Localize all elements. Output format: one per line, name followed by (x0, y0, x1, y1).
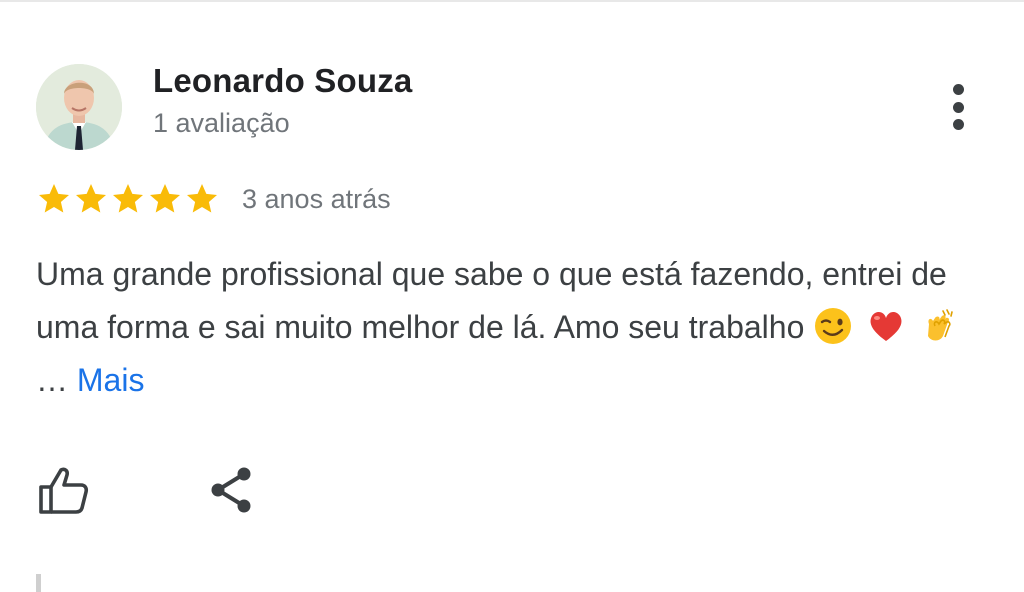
thumbs-up-icon[interactable] (36, 462, 92, 518)
star-icon (150, 184, 180, 213)
more-vertical-icon[interactable] (938, 80, 978, 134)
red-heart-icon (870, 312, 902, 341)
menu-dot (952, 84, 964, 95)
author-name[interactable]: Leonardo Souza (153, 62, 413, 100)
menu-dot (952, 101, 964, 113)
share-icon[interactable] (206, 464, 258, 516)
avatar[interactable] (36, 64, 122, 150)
review-count: 1 avaliação (153, 108, 290, 138)
thumbs-up-glyph (39, 467, 89, 514)
review-body: Uma grande profissional que sabe o que e… (36, 256, 947, 345)
review-date: 3 anos atrás (242, 183, 391, 214)
ellipsis: … (36, 362, 68, 398)
review-text: Uma grande profissional que sabe o que e… (36, 248, 976, 407)
star-icon (76, 184, 106, 213)
star-icon (39, 184, 69, 213)
star-icon (113, 184, 143, 213)
share-glyph (211, 467, 251, 513)
winking-face-icon (815, 308, 852, 344)
star-icon (187, 184, 217, 213)
more-link[interactable]: Mais (77, 362, 145, 398)
menu-dot (952, 119, 964, 130)
review-card: Leonardo Souza 1 avaliação 3 anos atrás … (0, 0, 1024, 592)
rating-row: 3 anos atrás (36, 180, 391, 218)
next-item-edge (36, 574, 41, 592)
clapping-hands-icon (928, 309, 953, 341)
star-rating (36, 181, 220, 217)
avatar-photo (36, 64, 122, 150)
